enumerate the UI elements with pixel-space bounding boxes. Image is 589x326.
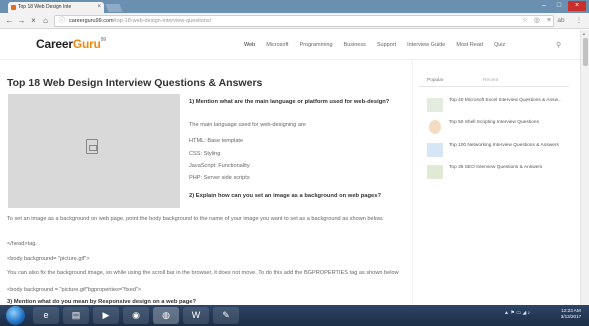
sidebar-tabs: Popular Recent bbox=[419, 75, 569, 87]
question-2: 2) Explain how can you set an image as a… bbox=[189, 193, 381, 199]
nav-web[interactable]: Web bbox=[244, 42, 255, 48]
site-header: CareerGuru99 Web Microsoft Programming B… bbox=[0, 30, 580, 60]
browser-titlebar: Top 18 Web Design Inte × – □ × bbox=[0, 0, 589, 13]
info-icon: ⓘ bbox=[59, 18, 66, 24]
tab-title: Top 18 Web Design Inte bbox=[18, 4, 72, 10]
stop-icon[interactable]: × bbox=[28, 15, 39, 26]
q1-item: CSS: Styling bbox=[189, 151, 221, 157]
new-tab-button[interactable] bbox=[105, 4, 123, 12]
address-bar[interactable]: ⓘ careerguru99.com/top-18-web-design-int… bbox=[54, 15, 554, 27]
seo-icon bbox=[427, 165, 443, 179]
maximize-icon[interactable]: □ bbox=[552, 1, 566, 11]
tab-close-icon[interactable]: × bbox=[97, 2, 101, 13]
q2-more: You can also fix the background image, s… bbox=[7, 270, 399, 276]
network-icon bbox=[427, 143, 443, 157]
page-title: Top 18 Web Design Interview Questions & … bbox=[7, 77, 263, 89]
home-icon[interactable]: ⌂ bbox=[40, 15, 51, 26]
search-icon[interactable]: ⚲ bbox=[556, 41, 561, 49]
sidebar-item[interactable]: Top 100 Networking Interview Questions &… bbox=[427, 142, 567, 162]
nav-interview-guide[interactable]: Interview Guide bbox=[407, 42, 445, 48]
media-icon[interactable]: ▶ bbox=[93, 307, 119, 324]
code-line: <body background = "picture.gif"bgproper… bbox=[7, 287, 142, 293]
site-logo[interactable]: CareerGuru99 bbox=[36, 37, 106, 51]
nav-microsoft[interactable]: Microsoft bbox=[266, 42, 288, 48]
clock[interactable]: 12:23 AM 3/13/2017 bbox=[556, 308, 586, 320]
article-image-placeholder bbox=[8, 94, 180, 208]
logo-sup: 99 bbox=[100, 37, 106, 43]
extension-icon[interactable]: ◎ bbox=[532, 15, 542, 26]
window-close-icon[interactable]: × bbox=[568, 1, 586, 11]
paint-icon[interactable]: ✎ bbox=[213, 307, 239, 324]
adblock-icon[interactable]: ab bbox=[556, 15, 566, 26]
tab-recent[interactable]: Recent bbox=[483, 78, 498, 83]
clock-date: 3/13/2017 bbox=[560, 314, 582, 319]
nav-support[interactable]: Support bbox=[377, 42, 396, 48]
logo-accent: Guru bbox=[72, 37, 101, 51]
word-icon[interactable]: W bbox=[183, 307, 209, 324]
sidebar-divider bbox=[412, 61, 413, 305]
browser-toolbar: ← → × ⌂ ⓘ careerguru99.com/top-18-web-de… bbox=[0, 13, 589, 29]
sidebar-item[interactable]: Top 35 SEO Interview Questions & Answers bbox=[427, 164, 567, 184]
code-line: <body background= "picture.gif"> bbox=[7, 256, 90, 262]
url-host: careerguru99.com bbox=[69, 18, 114, 24]
code-line: </head>tag. bbox=[7, 241, 37, 247]
forward-icon[interactable]: → bbox=[16, 15, 27, 26]
minimize-icon[interactable]: – bbox=[537, 1, 551, 11]
chrome-icon[interactable]: ◍ bbox=[153, 307, 179, 324]
logo-text: Career bbox=[36, 37, 73, 51]
nav-most-read[interactable]: Most Read bbox=[456, 42, 483, 48]
q2-answer: To set an image as a background on web p… bbox=[7, 216, 384, 222]
url-path: /top-18-web-design-interview-questions/ bbox=[113, 18, 212, 24]
q1-item: PHP: Server side scripts bbox=[189, 175, 250, 181]
nav-programming[interactable]: Programming bbox=[300, 42, 333, 48]
ie-icon[interactable]: e bbox=[33, 307, 59, 324]
sidebar-item-label: Top 50 Shell Scripting Interview Questio… bbox=[449, 120, 539, 125]
firefox-icon[interactable]: ◉ bbox=[123, 307, 149, 324]
page-scrollbar[interactable]: ▲ bbox=[580, 30, 589, 305]
sidebar-item-label: Top 35 SEO Interview Questions & Answers bbox=[449, 165, 543, 170]
start-button[interactable] bbox=[6, 306, 25, 325]
back-icon[interactable]: ← bbox=[4, 15, 15, 26]
main-content: Top 18 Web Design Interview Questions & … bbox=[0, 61, 580, 305]
tab-popular[interactable]: Popular bbox=[427, 78, 444, 83]
broken-image-icon bbox=[86, 139, 98, 154]
q1-item: JavaScript: Functionality bbox=[189, 163, 250, 169]
scroll-up-icon[interactable]: ▲ bbox=[582, 31, 586, 36]
question-1: 1) Mention what are the main language or… bbox=[189, 99, 390, 105]
sidebar-item[interactable]: Top 40 Microsoft Excel Interview Questio… bbox=[427, 97, 567, 117]
excel-icon bbox=[427, 98, 443, 112]
sidebar-item[interactable]: Top 50 Shell Scripting Interview Questio… bbox=[427, 119, 567, 139]
site-favicon bbox=[11, 5, 16, 10]
sidebar: Popular Recent Top 40 Microsoft Excel In… bbox=[419, 75, 569, 179]
taskbar: e ▤ ▶ ◉ ◍ W ✎ ▲ ⚑ ▭ ◢ ♪ 12:23 AM 3/13/20… bbox=[0, 305, 589, 326]
pocket-icon[interactable]: ≡ bbox=[544, 15, 554, 26]
system-tray[interactable]: ▲ ⚑ ▭ ◢ ♪ bbox=[504, 310, 530, 316]
menu-icon[interactable]: ⋮ bbox=[574, 15, 584, 26]
q1-item: HTML: Base template bbox=[189, 138, 244, 144]
main-nav: Web Microsoft Programming Business Suppo… bbox=[244, 42, 561, 49]
sidebar-item-label: Top 100 Networking Interview Questions &… bbox=[449, 143, 559, 148]
shell-icon bbox=[429, 120, 441, 134]
browser-tab[interactable]: Top 18 Web Design Inte × bbox=[8, 2, 104, 13]
explorer-icon[interactable]: ▤ bbox=[63, 307, 89, 324]
sidebar-item-label: Top 40 Microsoft Excel Interview Questio… bbox=[449, 98, 562, 103]
bookmark-star-icon[interactable]: ☆ bbox=[520, 15, 530, 26]
scrollbar-thumb[interactable] bbox=[583, 38, 588, 66]
nav-quiz[interactable]: Quiz bbox=[494, 42, 505, 48]
nav-business[interactable]: Business bbox=[344, 42, 366, 48]
q1-intro: The main language used for web-designing… bbox=[189, 122, 306, 128]
